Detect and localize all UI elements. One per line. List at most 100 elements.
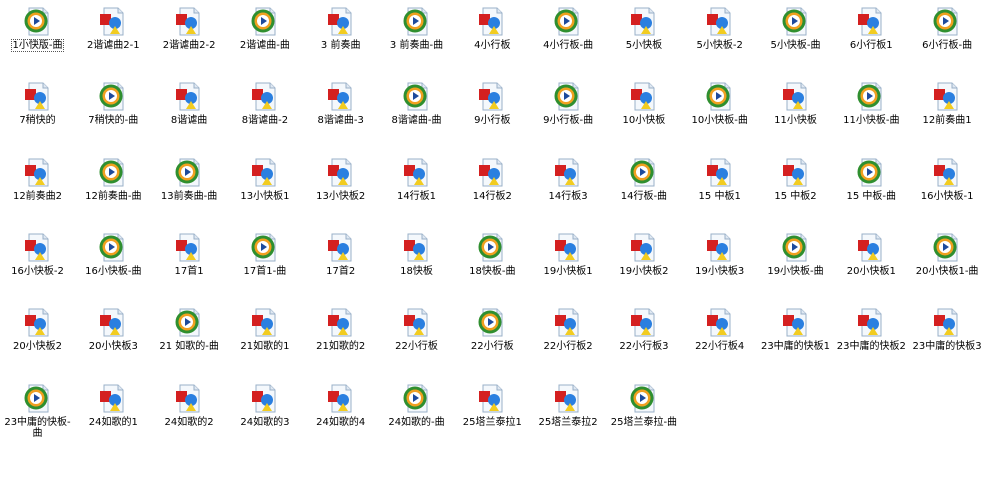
file-item[interactable]: 22小行板 bbox=[379, 302, 454, 372]
file-item[interactable]: 13前奏曲-曲 bbox=[152, 152, 227, 222]
file-item[interactable]: 16小快板-曲 bbox=[76, 227, 151, 297]
file-item[interactable]: 25塔兰泰拉1 bbox=[455, 378, 530, 448]
file-item[interactable]: 2谐谑曲2-1 bbox=[76, 1, 151, 71]
file-item[interactable]: 17首1-曲 bbox=[227, 227, 302, 297]
file-item[interactable]: 22小行板 bbox=[455, 302, 530, 372]
file-item[interactable]: 23中庸的快板1 bbox=[758, 302, 833, 372]
file-name-label: 15 中板1 bbox=[698, 190, 741, 202]
file-item[interactable]: 2谐谑曲2-2 bbox=[152, 1, 227, 71]
file-item[interactable]: 23中庸的快板-曲 bbox=[0, 378, 75, 448]
file-item[interactable]: 20小快板1 bbox=[834, 227, 909, 297]
audio-file-icon bbox=[477, 81, 507, 113]
file-item[interactable]: 14行板1 bbox=[379, 152, 454, 222]
file-item[interactable]: 24如歌的1 bbox=[76, 378, 151, 448]
file-item[interactable]: 22小行板4 bbox=[682, 302, 757, 372]
file-item[interactable]: 16小快板-1 bbox=[910, 152, 985, 222]
audio-file-icon bbox=[174, 6, 204, 38]
file-item[interactable]: 3 前奏曲 bbox=[303, 1, 378, 71]
file-item[interactable]: 11小快板 bbox=[758, 76, 833, 146]
audio-file-icon bbox=[98, 383, 128, 415]
file-item[interactable]: 15 中板2 bbox=[758, 152, 833, 222]
file-item[interactable]: 20小快板1-曲 bbox=[910, 227, 985, 297]
file-item[interactable]: 19小快板-曲 bbox=[758, 227, 833, 297]
file-item[interactable]: 20小快板3 bbox=[76, 302, 151, 372]
file-item[interactable]: 6小行板1 bbox=[834, 1, 909, 71]
file-item[interactable]: 21如歌的1 bbox=[227, 302, 302, 372]
file-item[interactable]: 5小快板 bbox=[606, 1, 681, 71]
file-item[interactable]: 1小快版-曲 bbox=[0, 1, 75, 71]
file-item[interactable]: 23中庸的快板2 bbox=[834, 302, 909, 372]
file-item[interactable]: 8谐谑曲-曲 bbox=[379, 76, 454, 146]
media-player-icon bbox=[856, 81, 886, 113]
file-item[interactable]: 17首2 bbox=[303, 227, 378, 297]
file-item[interactable]: 14行板3 bbox=[531, 152, 606, 222]
file-item[interactable]: 24如歌的-曲 bbox=[379, 378, 454, 448]
file-item[interactable]: 16小快板-2 bbox=[0, 227, 75, 297]
file-name-label: 8谐谑曲-曲 bbox=[391, 115, 442, 127]
file-item[interactable]: 14行板-曲 bbox=[606, 152, 681, 222]
file-name-label: 7稍快的-曲 bbox=[88, 115, 139, 127]
file-item[interactable]: 13小快板1 bbox=[227, 152, 302, 222]
file-item[interactable]: 4小行板 bbox=[455, 1, 530, 71]
file-item[interactable]: 5小快板-曲 bbox=[758, 1, 833, 71]
file-item[interactable]: 19小快板1 bbox=[531, 227, 606, 297]
file-name-label: 20小快板3 bbox=[88, 341, 138, 353]
file-item[interactable]: 21 如歌的-曲 bbox=[152, 302, 227, 372]
file-item[interactable]: 19小快板3 bbox=[682, 227, 757, 297]
audio-file-icon bbox=[856, 307, 886, 339]
file-item[interactable]: 15 中板1 bbox=[682, 152, 757, 222]
file-item[interactable]: 19小快板2 bbox=[606, 227, 681, 297]
file-item[interactable]: 21如歌的2 bbox=[303, 302, 378, 372]
file-name-label: 20小快板1-曲 bbox=[915, 265, 979, 277]
file-name-label: 14行板1 bbox=[396, 190, 437, 202]
file-name-label: 21如歌的1 bbox=[240, 341, 290, 353]
media-player-icon bbox=[23, 6, 53, 38]
file-item[interactable]: 2谐谑曲-曲 bbox=[227, 1, 302, 71]
media-player-icon bbox=[174, 157, 204, 189]
file-item[interactable]: 20小快板2 bbox=[0, 302, 75, 372]
media-player-icon bbox=[932, 6, 962, 38]
file-item[interactable]: 25塔兰泰拉-曲 bbox=[606, 378, 681, 448]
file-item[interactable]: 12前奏曲2 bbox=[0, 152, 75, 222]
media-player-icon bbox=[98, 232, 128, 264]
file-item[interactable]: 17首1 bbox=[152, 227, 227, 297]
media-player-icon bbox=[553, 6, 583, 38]
file-item[interactable]: 23中庸的快板3 bbox=[910, 302, 985, 372]
audio-file-icon bbox=[553, 232, 583, 264]
media-player-icon bbox=[932, 232, 962, 264]
file-item[interactable]: 24如歌的4 bbox=[303, 378, 378, 448]
file-item[interactable]: 6小行板-曲 bbox=[910, 1, 985, 71]
file-item[interactable]: 13小快板2 bbox=[303, 152, 378, 222]
file-item[interactable]: 9小行板 bbox=[455, 76, 530, 146]
file-item[interactable]: 7稍快的-曲 bbox=[76, 76, 151, 146]
file-item[interactable]: 8谐谑曲 bbox=[152, 76, 227, 146]
file-item[interactable]: 15 中板-曲 bbox=[834, 152, 909, 222]
file-item[interactable]: 10小快板 bbox=[606, 76, 681, 146]
file-item[interactable]: 22小行板3 bbox=[606, 302, 681, 372]
audio-file-icon bbox=[23, 307, 53, 339]
file-item[interactable]: 8谐谑曲-3 bbox=[303, 76, 378, 146]
file-item[interactable]: 14行板2 bbox=[455, 152, 530, 222]
file-item[interactable]: 10小快板-曲 bbox=[682, 76, 757, 146]
file-item[interactable]: 24如歌的2 bbox=[152, 378, 227, 448]
media-player-icon bbox=[174, 307, 204, 339]
file-item[interactable]: 9小行板-曲 bbox=[531, 76, 606, 146]
file-item[interactable]: 18快板 bbox=[379, 227, 454, 297]
file-item[interactable]: 25塔兰泰拉2 bbox=[531, 378, 606, 448]
file-item[interactable]: 4小行板-曲 bbox=[531, 1, 606, 71]
file-item[interactable]: 22小行板2 bbox=[531, 302, 606, 372]
audio-file-icon bbox=[23, 232, 53, 264]
file-item[interactable]: 7稍快的 bbox=[0, 76, 75, 146]
file-name-label: 19小快板-曲 bbox=[767, 265, 824, 277]
file-name-label: 16小快板-2 bbox=[11, 265, 64, 277]
file-item[interactable]: 11小快板-曲 bbox=[834, 76, 909, 146]
file-name-label: 5小快板-2 bbox=[696, 40, 743, 51]
file-item[interactable]: 24如歌的3 bbox=[227, 378, 302, 448]
file-item[interactable]: 18快板-曲 bbox=[455, 227, 530, 297]
file-item[interactable]: 12前奏曲-曲 bbox=[76, 152, 151, 222]
file-item[interactable]: 12前奏曲1 bbox=[910, 76, 985, 146]
file-item[interactable]: 3 前奏曲-曲 bbox=[379, 1, 454, 71]
file-name-label: 24如歌的2 bbox=[164, 416, 214, 428]
file-item[interactable]: 8谐谑曲-2 bbox=[227, 76, 302, 146]
file-item[interactable]: 5小快板-2 bbox=[682, 1, 757, 71]
